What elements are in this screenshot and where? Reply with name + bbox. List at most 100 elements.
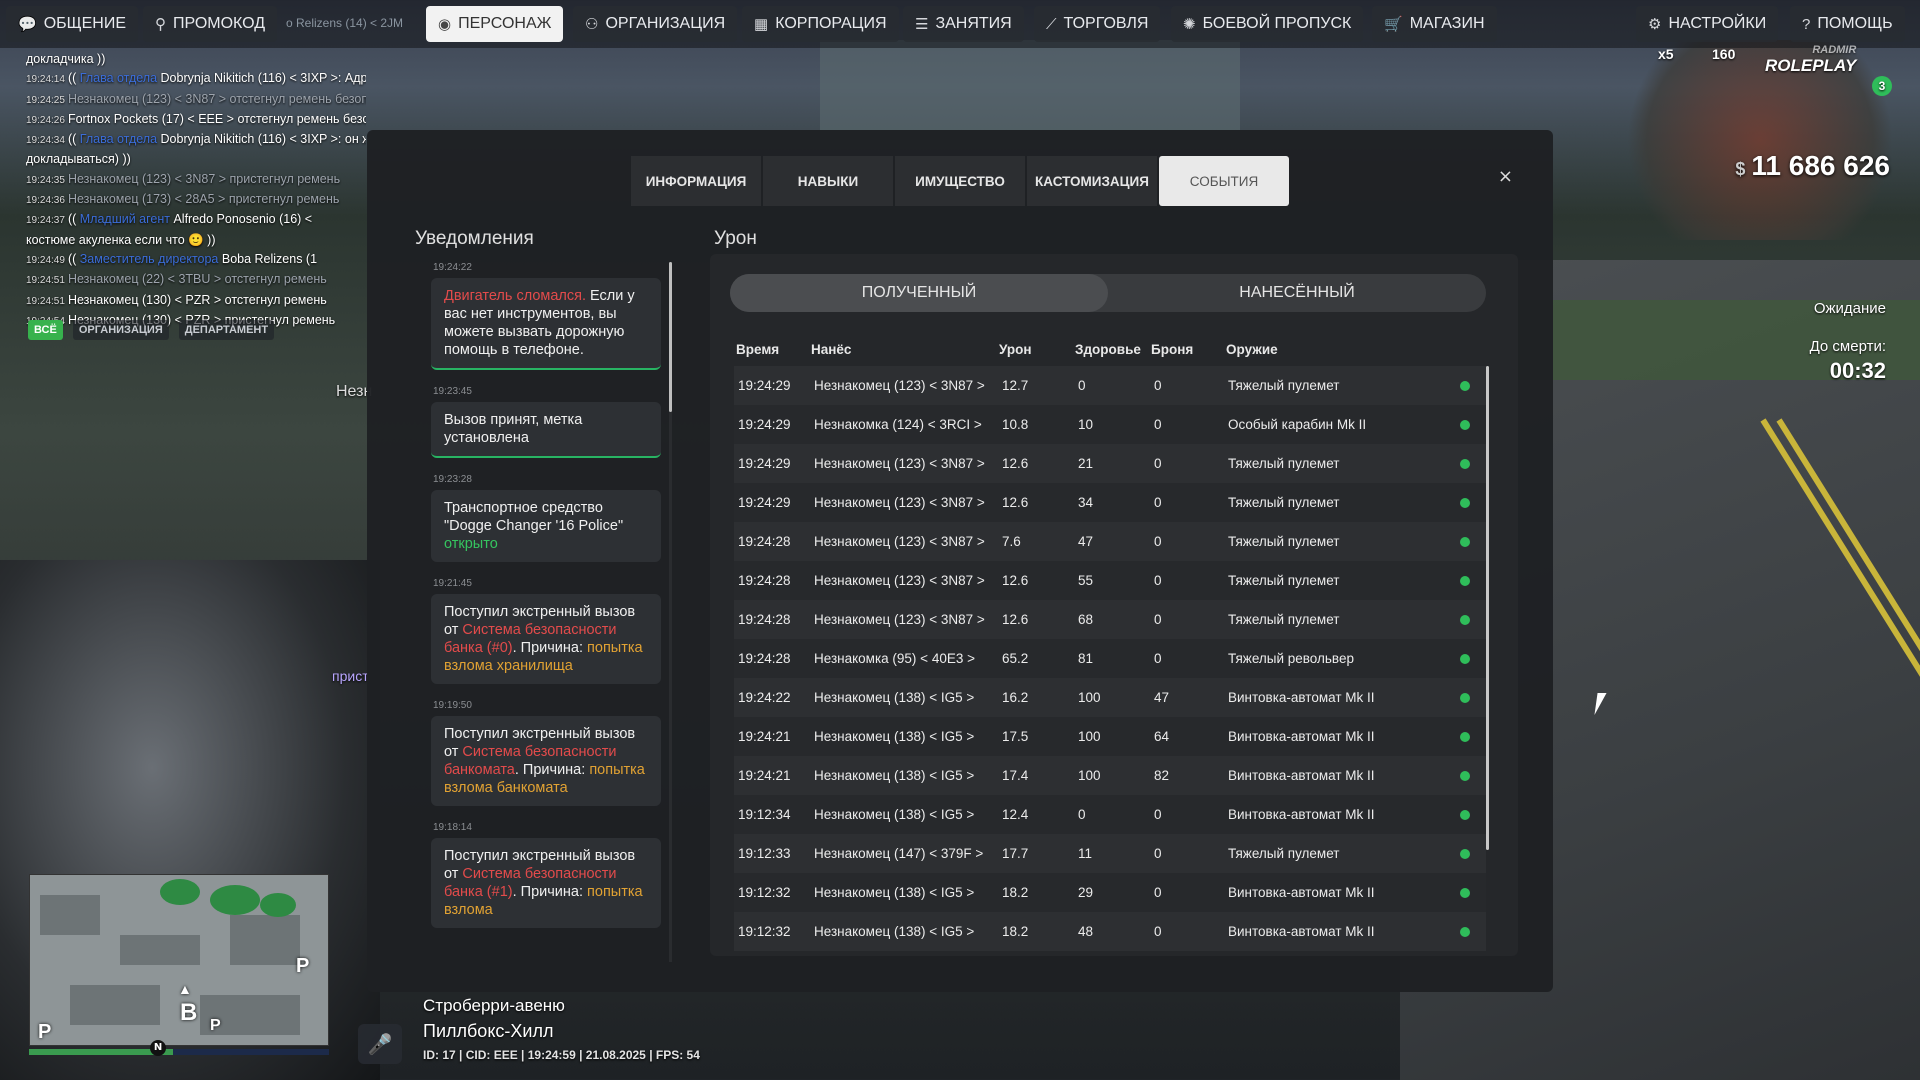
notification-card: Поступил экстренный вызов от Система без… [431, 594, 661, 684]
notification-time: 19:24:22 [433, 262, 472, 273]
nav-help[interactable]: ? ПОМОЩЬ [1790, 6, 1905, 42]
cell-armor: 47 [1154, 690, 1170, 705]
cell-health: 100 [1078, 690, 1101, 705]
cell-time: 19:24:29 [738, 378, 791, 393]
cell-health: 55 [1078, 573, 1094, 588]
chat-text: Незнакомец (22) < 3TBU > отстегнул ремен… [67, 272, 327, 287]
death-timer: 00:32 [1829, 358, 1886, 383]
status-dot-icon [1460, 537, 1470, 547]
chat-line: 19:24:51 Незнакомец (22) < 3TBU > отстегн… [26, 270, 366, 290]
nav-trade[interactable]: ⟋ ТОРГОВЛЯ [1034, 6, 1161, 42]
cell-armor: 0 [1154, 612, 1162, 627]
nav-promocode[interactable]: ⚲ ПРОМОКОД [143, 6, 278, 42]
chat-timestamp: 19:24:25 [26, 94, 65, 106]
table-row[interactable]: 19:24:28 Незнакомка (95) < 40E3 > 65.2 81 0 Т… [734, 639, 1486, 678]
cell-attacker: Незнакомец (147) < 379F > [814, 846, 984, 861]
cell-damage: 10.8 [1002, 417, 1029, 432]
chat-text: Незнакомец (130) < PZR > отстегнул ремен… [67, 292, 327, 307]
table-row[interactable]: 19:24:21 Незнакомец (138) < IG5 > 17.5 100 6… [734, 717, 1486, 756]
cell-weapon: Винтовка-автомат Mk II [1228, 690, 1375, 705]
nav-chat[interactable]: 💬 ОБЩЕНИЕ [6, 6, 139, 42]
cell-time: 19:24:21 [738, 768, 791, 783]
nav-organization[interactable]: ⚇ ОРГАНИЗАЦИЯ [573, 6, 738, 42]
notification-scrollbar[interactable] [669, 262, 672, 962]
cell-armor: 82 [1154, 768, 1170, 783]
background-tree [1600, 40, 1920, 240]
tab-skills[interactable]: НАВЫКИ [763, 156, 893, 206]
column-health: Здоровье [1075, 342, 1141, 357]
tab-property[interactable]: ИМУЩЕСТВО [895, 156, 1025, 206]
close-icon[interactable]: × [1498, 166, 1513, 187]
damage-scrollbar[interactable] [1486, 366, 1489, 850]
table-row[interactable]: 19:12:33 Незнакомец (147) < 379F > 17.7 11 0… [734, 834, 1486, 873]
chat-tab-department[interactable]: ДЕПАРТАМЕНТ [178, 320, 275, 340]
cell-health: 100 [1078, 768, 1101, 783]
table-row[interactable]: 19:24:29 Незнакомец (123) < 3N87 > 12.6 34 0… [734, 483, 1486, 522]
cell-weapon: Тяжелый пулемет [1228, 378, 1340, 393]
world-action-text: прист [332, 668, 369, 684]
nav-corporation[interactable]: ▦ КОРПОРАЦИЯ [742, 6, 899, 42]
notification-time: 19:19:50 [433, 700, 472, 711]
chat-text: Fortnox Pockets (17) < EEE > отстегнул р… [67, 111, 366, 126]
tab-information[interactable]: ИНФОРМАЦИЯ [631, 156, 761, 206]
cell-armor: 0 [1154, 495, 1162, 510]
table-row[interactable]: 19:24:28 Незнакомец (123) < 3N87 > 7.6 47 0 Т… [734, 522, 1486, 561]
microphone-icon[interactable]: 🎤 [358, 1024, 402, 1064]
status-dot-icon [1460, 654, 1470, 664]
table-row[interactable]: 19:24:28 Незнакомец (123) < 3N87 > 12.6 68 0… [734, 600, 1486, 639]
table-row[interactable]: 19:12:34 Незнакомец (138) < IG5 > 12.4 0 0 Ви… [734, 795, 1486, 834]
table-row[interactable]: 19:12:32 Незнакомец (138) < IG5 > 18.2 48 0 В… [734, 912, 1486, 951]
nav-activities[interactable]: ☰ ЗАНЯТИЯ [903, 6, 1024, 42]
nav-shop[interactable]: 🛒 МАГАЗИН [1372, 6, 1497, 42]
chat-log: докладчика )) 19:24:14(( Глава отдела Dob… [26, 50, 366, 331]
table-row[interactable]: 19:24:21 Незнакомец (138) < IG5 > 17.4 100 8… [734, 756, 1486, 795]
cell-health: 68 [1078, 612, 1094, 627]
cell-damage: 17.4 [1002, 768, 1029, 783]
cell-damage: 12.6 [1002, 495, 1029, 510]
compass-north-icon: N [150, 1040, 166, 1056]
cell-damage: 12.7 [1002, 378, 1029, 393]
cell-attacker: Незнакомец (138) < IG5 > [814, 807, 975, 822]
table-row[interactable]: 19:12:32 Незнакомец (138) < IG5 > 18.2 29 0 В… [734, 873, 1486, 912]
cell-damage: 18.2 [1002, 885, 1029, 900]
chat-tab-all[interactable]: ВСЁ [28, 320, 63, 340]
cell-attacker: Незнакомец (123) < 3N87 > [814, 534, 985, 549]
status-dot-icon [1460, 771, 1470, 781]
table-row[interactable]: 19:24:22 Незнакомец (138) < IG5 > 16.2 100 4… [734, 678, 1486, 717]
cell-damage: 12.6 [1002, 612, 1029, 627]
cell-damage: 12.4 [1002, 807, 1029, 822]
table-row[interactable]: 19:24:28 Незнакомец (123) < 3N87 > 12.6 55 0… [734, 561, 1486, 600]
cell-weapon: Тяжелый пулемет [1228, 534, 1340, 549]
cell-health: 47 [1078, 534, 1094, 549]
user-icon: ◉ [438, 16, 452, 33]
nav-character[interactable]: ◉ ПЕРСОНАЖ [426, 6, 564, 42]
table-row[interactable]: 19:24:29 Незнакомка (124) < 3RCI > 10.8 10 0… [734, 405, 1486, 444]
status-dot-icon [1460, 810, 1470, 820]
table-row[interactable]: 19:24:29 Незнакомец (123) < 3N87 > 12.6 21 0… [734, 444, 1486, 483]
table-row[interactable]: 19:24:29 Незнакомец (123) < 3N87 > 12.7 0 0 Т… [734, 366, 1486, 405]
cell-time: 19:24:28 [738, 612, 791, 627]
chat-tab-organization[interactable]: ОРГАНИЗАЦИЯ [72, 320, 169, 340]
notification-time: 19:23:28 [433, 474, 472, 485]
tab-events[interactable]: СОБЫТИЯ [1159, 156, 1289, 206]
cell-weapon: Тяжелый пулемет [1228, 495, 1340, 510]
status-dot-icon [1460, 576, 1470, 586]
cell-armor: 0 [1154, 456, 1162, 471]
money-display: $11 686 626 [1735, 150, 1890, 182]
nav-battle-pass[interactable]: ✺ БОЕВОЙ ПРОПУСК [1171, 6, 1364, 42]
chat-text: Alfredo Ponosenio (16) < [173, 212, 313, 227]
settings-icon: ⚙ [1648, 16, 1662, 33]
segment-received[interactable]: ПОЛУЧЕННЫЙ [730, 274, 1108, 312]
chat-rank: Заместитель директора [79, 251, 222, 266]
status-dot-icon [1460, 849, 1470, 859]
segment-dealt[interactable]: НАНЕСЁННЫЙ [1108, 274, 1486, 312]
cell-damage: 18.2 [1002, 924, 1029, 939]
tab-customization[interactable]: КАСТОМИЗАЦИЯ [1027, 156, 1157, 206]
status-dot-icon [1460, 693, 1470, 703]
cell-health: 81 [1078, 651, 1094, 666]
damage-table: 19:24:29 Незнакомец (123) < 3N87 > 12.7 0 0 Т… [734, 366, 1486, 951]
parking-marker: P [210, 1017, 221, 1034]
cell-time: 19:24:28 [738, 573, 791, 588]
cell-attacker: Незнакомец (123) < 3N87 > [814, 495, 985, 510]
nav-settings[interactable]: ⚙ НАСТРОЙКИ [1636, 6, 1779, 42]
